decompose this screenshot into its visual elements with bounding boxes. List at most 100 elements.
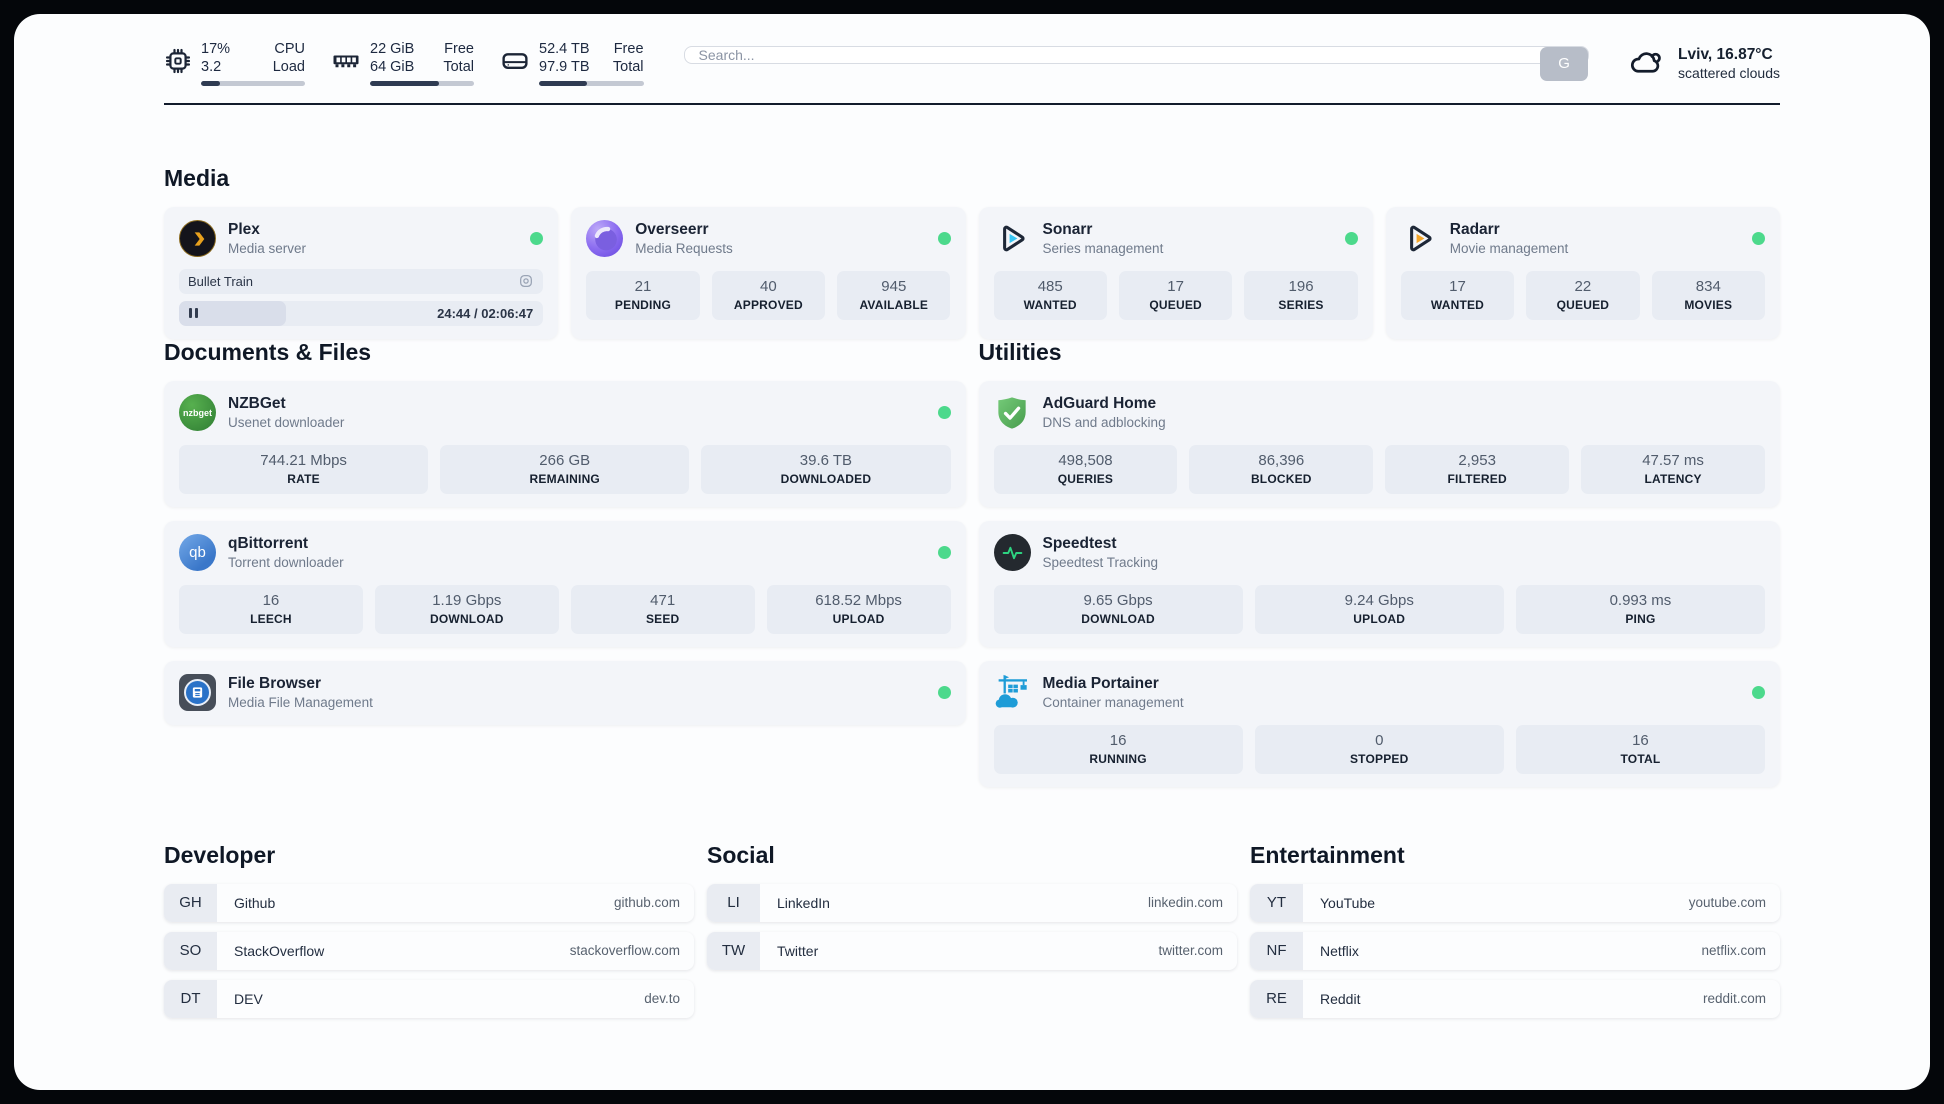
system-stats: 17% 3.2 CPU Load 22 GiB 64 GiB Free Tota… xyxy=(164,41,644,86)
cpu-progress-bar xyxy=(201,81,305,86)
portainer-icon xyxy=(994,674,1031,711)
service-name: qBittorrent xyxy=(228,534,309,552)
filebrowser-card[interactable]: File Browser Media File Management xyxy=(164,660,966,725)
bookmark-url: linkedin.com xyxy=(1147,895,1223,911)
service-desc: Usenet downloader xyxy=(228,415,345,431)
stat-ping: 0.993 ms PING xyxy=(1515,584,1765,634)
bookmark-url: youtube.com xyxy=(1688,895,1766,911)
weather-widget: Lviv, 16.87°C scattered clouds xyxy=(1629,45,1780,83)
stat-remaining: 266 GB REMAINING xyxy=(440,444,690,494)
bookmark-dev[interactable]: DT DEV dev.to xyxy=(164,979,694,1018)
status-dot xyxy=(937,406,951,420)
stat-rate: 744.21 Mbps RATE xyxy=(179,444,429,494)
portainer-card[interactable]: Media Portainer Container management 16 … xyxy=(978,660,1780,787)
disk-free: 52.4 TB xyxy=(539,41,590,57)
bookmark-group-developer: Developer GH Github github.com SO StackO… xyxy=(164,842,694,1018)
service-desc: Media server xyxy=(228,241,307,257)
memory-free: 22 GiB xyxy=(370,41,415,57)
bookmark-stackoverflow[interactable]: SO StackOverflow stackoverflow.com xyxy=(164,931,694,970)
bookmark-abbr: YT xyxy=(1250,883,1303,922)
service-desc: Torrent downloader xyxy=(228,555,344,571)
service-name: Sonarr xyxy=(1042,221,1093,238)
qbittorrent-icon: qb xyxy=(179,534,216,572)
cpu-loadavg: 3.2 xyxy=(201,58,222,75)
stat-downloaded: 39.6 TB DOWNLOADED xyxy=(701,444,951,494)
section-utilities: Utilities AdGuard Home DNS and adblockin… xyxy=(978,338,1780,787)
qbittorrent-card[interactable]: qb qBittorrent Torrent downloader 16 LEE… xyxy=(164,520,966,647)
bookmark-name: YouTube xyxy=(1320,894,1376,911)
adguard-card[interactable]: AdGuard Home DNS and adblocking 498,508 … xyxy=(978,380,1780,507)
plex-icon xyxy=(179,220,216,258)
speedtest-card[interactable]: Speedtest Speedtest Tracking 9.65 Gbps D… xyxy=(978,520,1780,647)
status-dot xyxy=(937,546,951,560)
dashboard-page: 17% 3.2 CPU Load 22 GiB 64 GiB Free Tota… xyxy=(14,14,1930,1090)
pause-button[interactable] xyxy=(179,300,286,326)
now-playing-title: Bullet Train xyxy=(188,273,254,289)
social-heading: Social xyxy=(707,841,775,868)
pause-icon xyxy=(189,308,192,319)
service-name: Radarr xyxy=(1449,221,1500,238)
status-dot xyxy=(937,686,951,700)
sonarr-card[interactable]: Sonarr Series management 485 WANTED 17 Q… xyxy=(978,207,1373,339)
stat-movies: 834 MOVIES xyxy=(1651,270,1765,320)
bookmark-abbr: NF xyxy=(1250,931,1303,970)
bookmark-reddit[interactable]: RE Reddit reddit.com xyxy=(1250,979,1780,1018)
stat-queued: 17 QUEUED xyxy=(1118,270,1233,320)
bookmark-name: StackOverflow xyxy=(234,942,325,959)
stat-queries: 498,508 QUERIES xyxy=(993,444,1178,494)
stat-approved: 40 APPROVED xyxy=(711,270,826,320)
bookmark-abbr: DT xyxy=(164,979,217,1018)
overseerr-icon xyxy=(586,220,624,258)
search-bar: G xyxy=(683,45,1590,82)
stat-filtered: 2,953 FILTERED xyxy=(1385,444,1570,494)
stat-running: 16 RUNNING xyxy=(993,724,1243,774)
entertainment-heading: Entertainment xyxy=(1250,841,1405,868)
radarr-card[interactable]: Radarr Movie management 17 WANTED 22 QUE… xyxy=(1385,207,1780,339)
disk-free-label: Free xyxy=(613,41,644,57)
stat-blocked: 86,396 BLOCKED xyxy=(1189,444,1374,494)
memory-stat: 22 GiB 64 GiB Free Total xyxy=(331,41,474,86)
bookmark-youtube[interactable]: YT YouTube youtube.com xyxy=(1250,883,1780,922)
section-media: Media Plex Media server Bullet Train 24:… xyxy=(164,165,1780,339)
status-dot xyxy=(1344,232,1358,246)
bookmark-github[interactable]: GH Github github.com xyxy=(164,883,694,922)
memory-total-label: Total xyxy=(443,58,474,75)
adguard-icon xyxy=(994,394,1031,431)
memory-icon xyxy=(331,46,361,81)
service-desc: Series management xyxy=(1042,241,1164,257)
plex-card[interactable]: Plex Media server Bullet Train 24:44 / 0… xyxy=(164,207,559,339)
service-desc: Container management xyxy=(1042,695,1184,711)
bookmark-linkedin[interactable]: LI LinkedIn linkedin.com xyxy=(707,883,1237,922)
stat-wanted: 485 WANTED xyxy=(993,270,1107,320)
stat-download: 1.19 Gbps DOWNLOAD xyxy=(374,584,559,634)
bookmark-abbr: LI xyxy=(707,883,760,922)
utilities-heading: Utilities xyxy=(978,338,1062,365)
player-settings-icon[interactable] xyxy=(518,273,534,289)
memory-progress-bar xyxy=(370,81,474,86)
service-name: AdGuard Home xyxy=(1042,394,1157,412)
stat-upload: 9.24 Gbps UPLOAD xyxy=(1254,584,1504,634)
bookmark-name: LinkedIn xyxy=(777,894,830,911)
stat-stopped: 0 STOPPED xyxy=(1254,724,1504,774)
cpu-stat: 17% 3.2 CPU Load xyxy=(164,41,305,86)
service-desc: Media File Management xyxy=(228,695,373,711)
bookmark-netflix[interactable]: NF Netflix netflix.com xyxy=(1250,931,1780,970)
nzbget-card[interactable]: nzbget NZBGet Usenet downloader 744.21 M… xyxy=(164,380,966,507)
search-provider-button[interactable]: G xyxy=(1540,46,1589,81)
disk-total-label: Total xyxy=(612,58,644,75)
stat-queued: 22 QUEUED xyxy=(1526,270,1640,320)
disk-stat: 52.4 TB 97.9 TB Free Total xyxy=(500,41,644,86)
bookmark-abbr: GH xyxy=(164,883,217,922)
overseerr-card[interactable]: Overseerr Media Requests 21 PENDING 40 A… xyxy=(571,207,966,339)
bookmark-twitter[interactable]: TW Twitter twitter.com xyxy=(707,931,1237,970)
status-dot xyxy=(1752,686,1765,700)
bookmark-name: Twitter xyxy=(777,942,819,959)
sonarr-icon xyxy=(994,220,1031,257)
search-input[interactable] xyxy=(683,45,1590,64)
cpu-load-label: Load xyxy=(272,58,305,75)
stat-leech: 16 LEECH xyxy=(179,584,363,634)
bookmark-name: Reddit xyxy=(1320,990,1361,1007)
radarr-icon xyxy=(1401,220,1438,257)
stat-seed: 471 SEED xyxy=(570,584,755,634)
bookmark-name: Netflix xyxy=(1320,942,1359,959)
